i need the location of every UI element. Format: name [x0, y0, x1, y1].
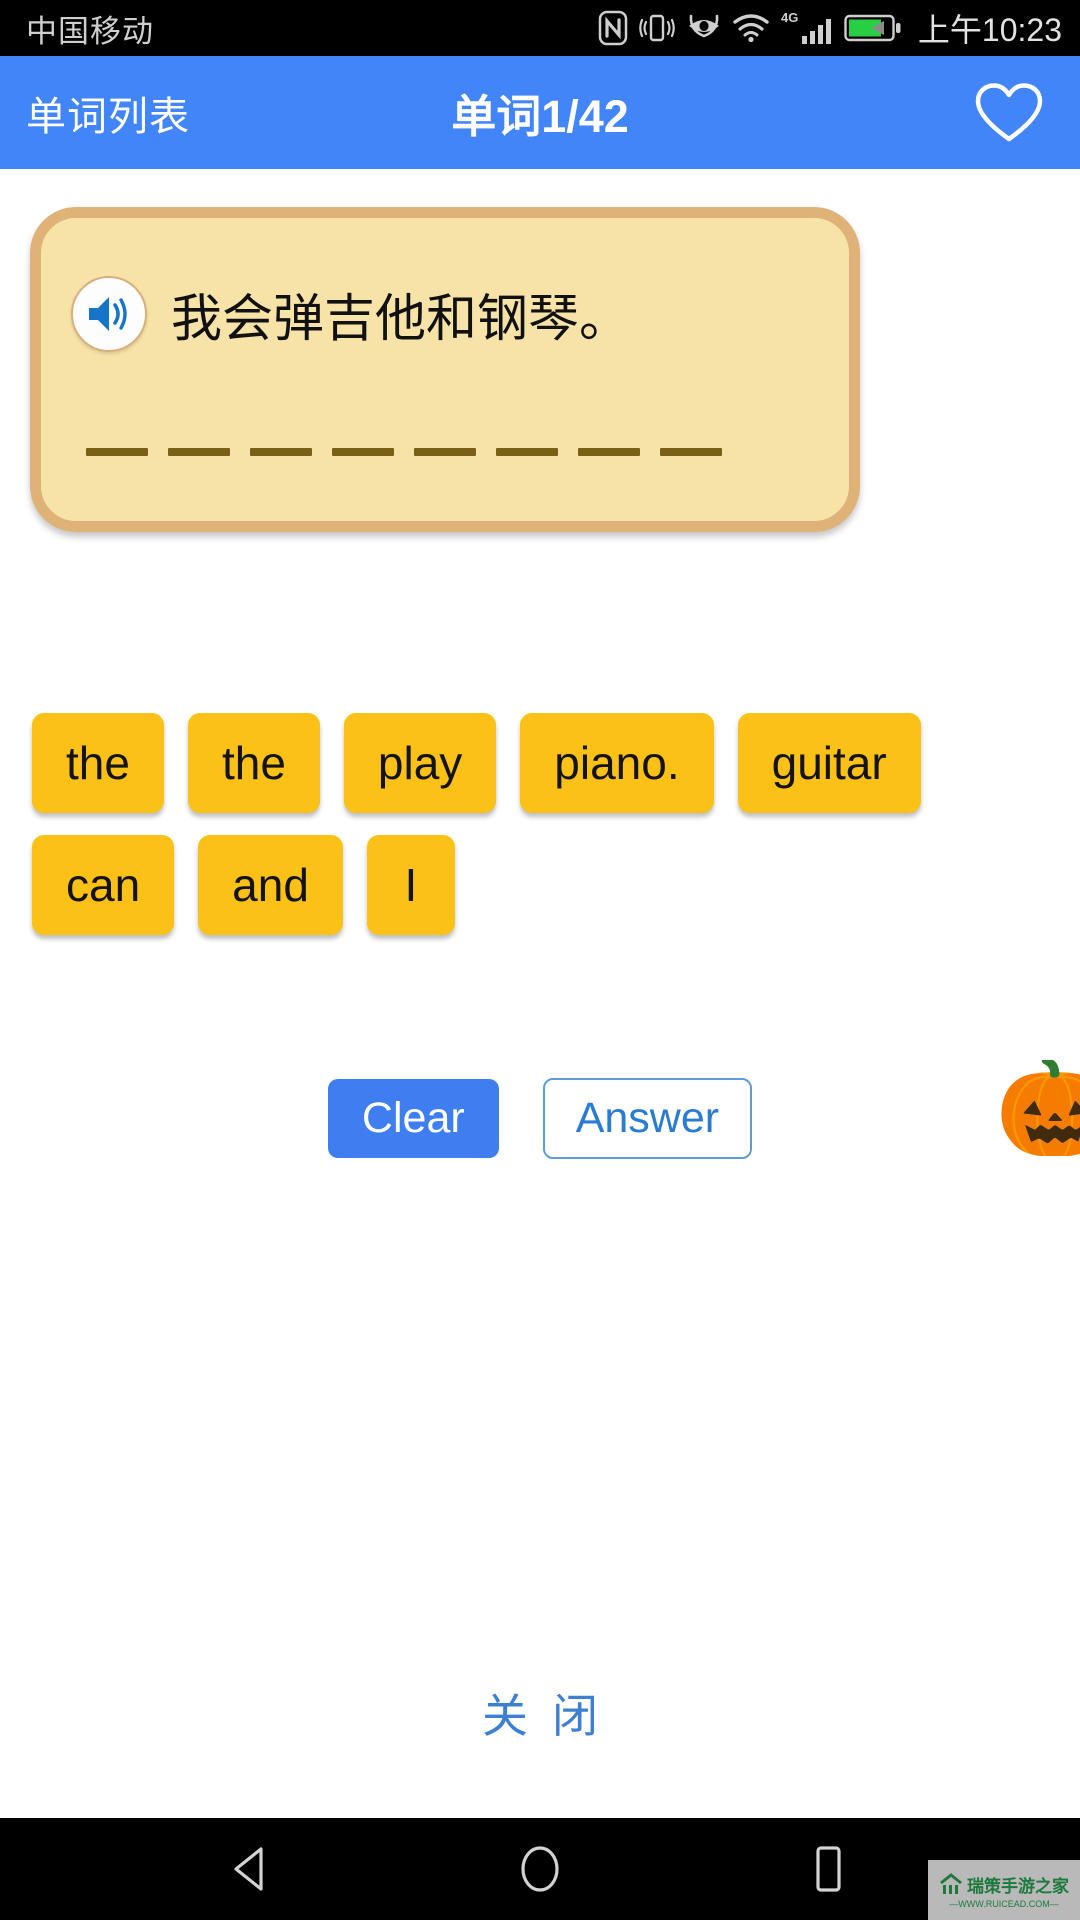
word-tile[interactable]: the	[187, 713, 320, 813]
eye-comfort-icon	[686, 12, 722, 44]
word-tile[interactable]: can	[32, 835, 175, 935]
jack-o-lantern-icon: 🎃	[995, 1060, 1080, 1156]
answer-blanks[interactable]	[86, 448, 722, 456]
nfc-icon	[598, 10, 628, 46]
sentence-card: 我会弹吉他和钢琴。	[30, 207, 860, 532]
wifi-icon	[732, 12, 770, 44]
clear-button[interactable]: Clear	[327, 1079, 499, 1158]
action-button-row: Clear Answer	[0, 1078, 1080, 1159]
signal-4g-icon: 4G	[780, 9, 834, 47]
phone-screen: 中国移动 4G 上午10:23 单词列表 单词1/42 我会弹吉他和钢琴。 th…	[0, 0, 1080, 1920]
status-bar: 中国移动 4G 上午10:23	[0, 0, 1080, 56]
watermark-name: 瑞策手游之家	[967, 1876, 1069, 1897]
vibrate-icon	[638, 11, 676, 45]
heart-outline-icon[interactable]	[974, 78, 1044, 148]
word-tile[interactable]: play	[343, 713, 497, 813]
home-circle-icon[interactable]	[495, 1824, 585, 1914]
back-triangle-icon[interactable]	[207, 1824, 297, 1914]
word-tile[interactable]: guitar	[737, 713, 921, 813]
sentence-row: 我会弹吉他和钢琴。	[71, 276, 630, 352]
status-icons: 4G 上午10:23	[598, 5, 1062, 51]
sentence-text: 我会弹吉他和钢琴。	[171, 290, 631, 349]
system-navigation-bar: 瑞策手游之家 —WWW.RUICEAD.COM—	[0, 1818, 1080, 1920]
blank-slot[interactable]	[332, 448, 394, 456]
close-button[interactable]: 关闭	[458, 1690, 622, 1742]
answer-button[interactable]: Answer	[542, 1078, 753, 1159]
blank-slot[interactable]	[660, 448, 722, 456]
watermark-row: 瑞策手游之家	[939, 1872, 1069, 1897]
close-row: 关闭	[0, 1680, 1080, 1746]
app-bar: 单词列表 单词1/42	[0, 56, 1080, 169]
word-tile[interactable]: and	[198, 835, 343, 935]
blank-slot[interactable]	[414, 448, 476, 456]
site-watermark: 瑞策手游之家 —WWW.RUICEAD.COM—	[928, 1860, 1080, 1920]
svg-text:4G: 4G	[781, 10, 798, 25]
word-tile-bank: the the play piano. guitar can and I	[32, 713, 1048, 935]
house-logo-icon	[940, 1873, 962, 1894]
speaker-volume-icon[interactable]	[71, 276, 147, 352]
blank-slot[interactable]	[578, 448, 640, 456]
word-tile[interactable]: the	[32, 713, 164, 813]
blank-slot[interactable]	[86, 448, 148, 456]
back-to-word-list-button[interactable]: 单词列表	[26, 84, 190, 142]
blank-slot[interactable]	[496, 448, 558, 456]
word-tile[interactable]: I	[366, 835, 455, 935]
word-tile[interactable]: piano.	[520, 713, 714, 813]
blank-slot[interactable]	[168, 448, 230, 456]
watermark-url: —WWW.RUICEAD.COM—	[949, 1898, 1059, 1909]
recents-square-icon[interactable]	[783, 1824, 873, 1914]
battery-charging-icon	[844, 12, 902, 44]
carrier-label: 中国移动	[26, 13, 154, 49]
blank-slot[interactable]	[250, 448, 312, 456]
clock-label: 上午10:23	[917, 12, 1062, 48]
